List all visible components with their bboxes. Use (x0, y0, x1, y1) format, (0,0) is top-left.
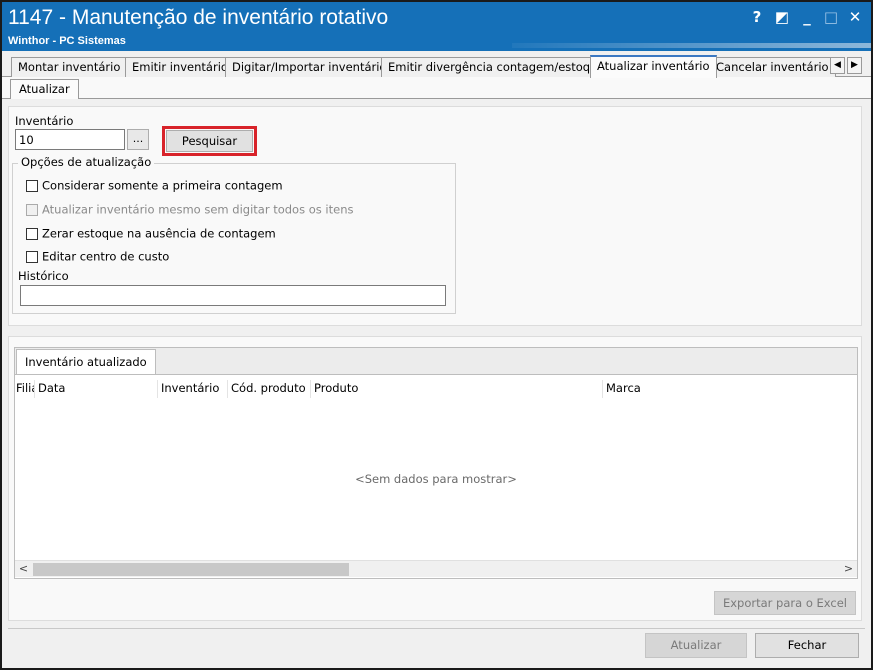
window-title: 1147 - Manutenção de inventário rotativo (8, 6, 389, 29)
empty-grid-message: <Sem dados para mostrar> (355, 472, 517, 486)
close-icon[interactable]: ✕ (844, 6, 866, 28)
column-header-produto[interactable]: Produto (312, 380, 603, 398)
minimize-icon[interactable]: _ (796, 6, 818, 28)
sub-tab-strip: Atualizar (2, 77, 871, 99)
column-header-data[interactable]: Data (36, 380, 158, 398)
restore-layout-icon[interactable]: ◩ (771, 6, 793, 28)
main-tab-strip: Montar inventário Emitir inventário Digi… (2, 51, 871, 78)
opcoes-group-title: Opções de atualização (18, 155, 155, 169)
inventario-input[interactable]: 10 (15, 129, 125, 150)
grid-horizontal-scrollbar[interactable]: < > (15, 560, 857, 577)
maximize-icon[interactable]: □ (820, 6, 842, 28)
window-subtitle: Winthor - PC Sistemas (8, 35, 126, 47)
atualizar-button[interactable]: Atualizar (645, 633, 747, 658)
column-header-marca[interactable]: Marca (604, 380, 856, 398)
tab-scroll-right-icon[interactable]: ▶ (847, 57, 862, 74)
column-header-filial[interactable]: Filial (15, 380, 35, 398)
checkbox (26, 203, 38, 216)
export-excel-button[interactable]: Exportar para o Excel (714, 591, 856, 615)
checkbox[interactable] (26, 227, 38, 240)
option-label: Zerar estoque na ausência de contagem (42, 226, 276, 241)
option-editar-centro-custo[interactable]: Editar centro de custo (26, 249, 169, 265)
checkbox[interactable] (26, 179, 38, 192)
option-primeira-contagem[interactable]: Considerar somente a primeira contagem (26, 178, 283, 194)
option-label: Considerar somente a primeira contagem (42, 178, 283, 193)
title-decoration (512, 43, 871, 48)
option-zerar-estoque[interactable]: Zerar estoque na ausência de contagem (26, 226, 276, 242)
inventario-label: Inventário (15, 114, 74, 128)
app-window: 1147 - Manutenção de inventário rotativo… (0, 0, 873, 670)
subtab-atualizar[interactable]: Atualizar (10, 79, 79, 99)
historico-label: Histórico (18, 269, 69, 283)
column-header-cod-produto[interactable]: Cód. produto (229, 380, 311, 398)
tab-cancelar-inventario[interactable]: Cancelar inventário (709, 57, 836, 77)
footer-divider (8, 628, 865, 629)
tab-montar-inventario[interactable]: Montar inventário (11, 57, 128, 77)
option-label: Editar centro de custo (42, 249, 170, 264)
scroll-right-icon[interactable]: > (840, 561, 857, 578)
fechar-button[interactable]: Fechar (755, 633, 859, 658)
inventario-lookup-button[interactable]: ... (127, 129, 149, 150)
title-bar: 1147 - Manutenção de inventário rotativo… (2, 2, 871, 51)
tab-atualizar-inventario[interactable]: Atualizar inventário (590, 55, 717, 78)
checkbox[interactable] (26, 250, 38, 263)
scroll-left-icon[interactable]: < (15, 561, 32, 578)
tab-emitir-inventario[interactable]: Emitir inventário (125, 57, 235, 77)
scroll-thumb[interactable] (33, 563, 349, 576)
tab-scroll-left-icon[interactable]: ◀ (830, 57, 845, 74)
column-header-inventario[interactable]: Inventário (159, 380, 228, 398)
option-label: Atualizar inventário mesmo sem digitar t… (42, 202, 354, 217)
help-icon[interactable]: ? (746, 6, 768, 28)
tab-digitar-importar[interactable]: Digitar/Importar inventário (225, 57, 394, 77)
pesquisar-highlight (162, 126, 257, 156)
option-atualizar-sem-digitar: Atualizar inventário mesmo sem digitar t… (26, 202, 353, 218)
historico-input[interactable] (20, 285, 446, 306)
tab-emitir-divergencia[interactable]: Emitir divergência contagem/estoque (381, 57, 612, 77)
tab-inventario-atualizado[interactable]: Inventário atualizado (16, 349, 156, 375)
